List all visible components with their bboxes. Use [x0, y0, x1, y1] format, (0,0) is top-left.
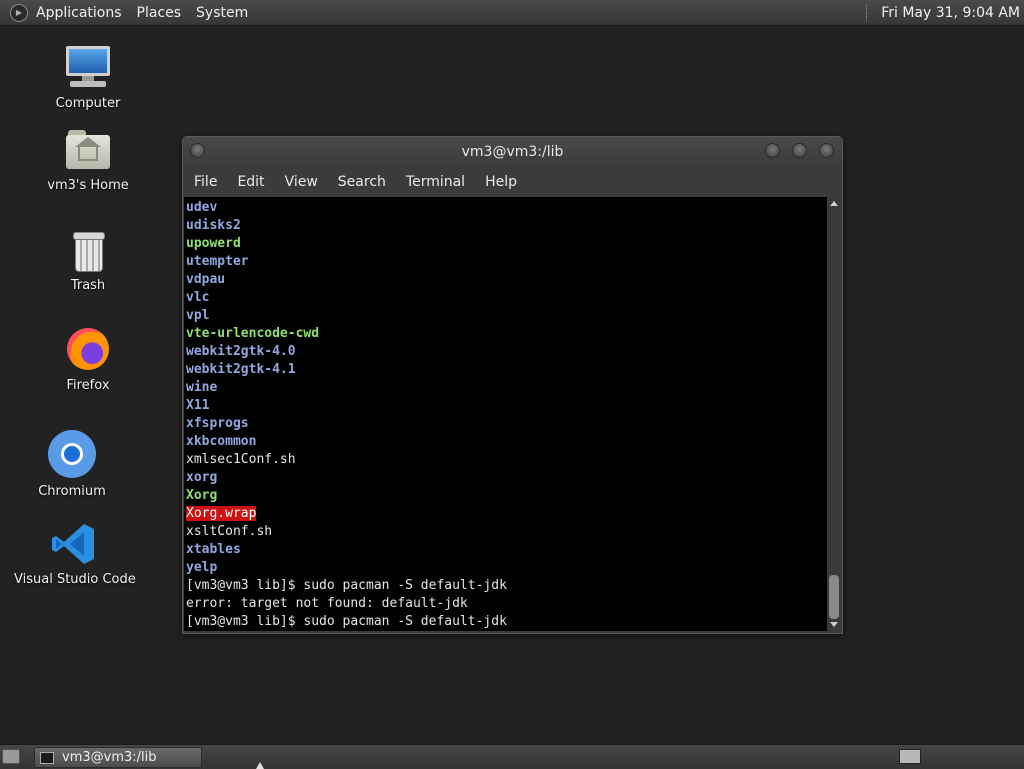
- bottom-panel: vm3@vm3:/lib: [0, 744, 1024, 769]
- terminal-menubar: File Edit View Search Terminal Help: [183, 167, 842, 196]
- desktop-icon-label: Trash: [70, 278, 106, 293]
- terminal-line-text: xtables: [186, 542, 241, 557]
- terminal-window: vm3@vm3:/lib File Edit View Search Termi…: [182, 136, 843, 634]
- taskbar-window-label: vm3@vm3:/lib: [62, 750, 157, 765]
- terminal-line-text: utempter: [186, 254, 249, 269]
- terminal-line: wine: [186, 379, 507, 397]
- applications-menu[interactable]: Applications: [34, 5, 131, 21]
- terminal-icon: [40, 751, 54, 764]
- desktop-icon-firefox[interactable]: Firefox: [28, 328, 148, 393]
- terminal-line-text: vdpau: [186, 272, 226, 287]
- terminal-line: xmlsec1Conf.sh: [186, 451, 507, 469]
- terminal-line-text: udisks2: [186, 218, 241, 233]
- menu-help[interactable]: Help: [475, 174, 527, 190]
- terminal-line: webkit2gtk-4.1: [186, 361, 507, 379]
- close-icon[interactable]: [819, 143, 834, 158]
- places-menu[interactable]: Places: [131, 5, 191, 21]
- terminal-line: xsltConf.sh: [186, 523, 507, 541]
- top-panel: ▶ Applications Places System Fri May 31,…: [0, 0, 1024, 26]
- terminal-line: error: target not found: default-jdk: [186, 595, 507, 613]
- chromium-icon: [48, 430, 96, 478]
- terminal-line: utempter: [186, 253, 507, 271]
- desktop-icon-vscode[interactable]: Visual Studio Code: [14, 522, 136, 587]
- terminal-line: xkbcommon: [186, 433, 507, 451]
- desktop-icon-home[interactable]: vm3's Home: [28, 128, 148, 193]
- system-menu[interactable]: System: [190, 5, 257, 21]
- desktop-icon-trash[interactable]: Trash: [28, 228, 148, 293]
- show-desktop-icon[interactable]: [2, 749, 20, 764]
- distro-logo-icon[interactable]: ▶: [10, 3, 28, 22]
- terminal-line-text: yelp: [186, 560, 218, 575]
- terminal-line: vpl: [186, 307, 507, 325]
- terminal-line-text: vte-urlencode-cwd: [186, 326, 320, 341]
- terminal-line-text: vlc: [186, 290, 210, 305]
- scrollbar-thumb[interactable]: [829, 575, 839, 619]
- terminal-scrollbar[interactable]: [827, 197, 841, 631]
- terminal-line: Xorg.wrap: [186, 505, 507, 523]
- workspace-switcher[interactable]: [899, 749, 921, 764]
- terminal-line: Xorg: [186, 487, 507, 505]
- terminal-line: udev: [186, 199, 507, 217]
- terminal-line-text: xorg: [186, 470, 218, 485]
- window-title: vm3@vm3:/lib: [461, 144, 564, 160]
- window-titlebar[interactable]: vm3@vm3:/lib: [183, 137, 842, 167]
- desktop-icon-computer[interactable]: Computer: [28, 46, 148, 111]
- terminal-line-text: xsltConf.sh: [186, 524, 273, 539]
- terminal-line-text: X11: [186, 398, 210, 413]
- terminal-line: X11: [186, 397, 507, 415]
- terminal-line-text: Xorg: [186, 488, 218, 503]
- terminal-line-text: error: target not found: default-jdk: [186, 596, 468, 611]
- terminal-line-text: xfsprogs: [186, 416, 249, 431]
- terminal-line: udisks2: [186, 217, 507, 235]
- clock[interactable]: Fri May 31, 9:04 AM: [881, 5, 1024, 21]
- menu-file[interactable]: File: [183, 174, 227, 190]
- panel-separator: [866, 4, 869, 21]
- terminal-line: vdpau: [186, 271, 507, 289]
- terminal-line: vte-urlencode-cwd: [186, 325, 507, 343]
- terminal-line-text: xkbcommon: [186, 434, 257, 449]
- desktop-icon-label: vm3's Home: [47, 178, 129, 193]
- terminal-line-text: webkit2gtk-4.1: [186, 362, 296, 377]
- terminal-line-text: webkit2gtk-4.0: [186, 344, 296, 359]
- menu-terminal[interactable]: Terminal: [396, 174, 475, 190]
- desktop-icon-label: Computer: [55, 96, 121, 111]
- vscode-icon: [50, 522, 98, 566]
- minimize-icon[interactable]: [765, 143, 780, 158]
- terminal-line: [vm3@vm3 lib]$ sudo pacman -S default-jd…: [186, 613, 507, 631]
- terminal-line-text: [vm3@vm3 lib]$ sudo pacman -S default-jd…: [186, 614, 507, 629]
- scroll-up-icon[interactable]: [830, 201, 838, 206]
- terminal-line: xfsprogs: [186, 415, 507, 433]
- terminal-line-text: [vm3@vm3 lib]$ sudo pacman -S default-jd…: [186, 578, 507, 593]
- computer-icon: [64, 46, 112, 90]
- scroll-down-icon[interactable]: [830, 622, 838, 627]
- terminal-line-text: udev: [186, 200, 218, 215]
- firefox-icon: [64, 328, 112, 372]
- menu-edit[interactable]: Edit: [227, 174, 274, 190]
- terminal-line: yelp: [186, 559, 507, 577]
- terminal-line-text: Xorg.wrap: [186, 506, 257, 521]
- terminal-line-text: wine: [186, 380, 218, 395]
- menu-view[interactable]: View: [275, 174, 328, 190]
- clock-area: Fri May 31, 9:04 AM: [866, 0, 1024, 25]
- terminal-line-text: xmlsec1Conf.sh: [186, 452, 296, 467]
- terminal-line: xtables: [186, 541, 507, 559]
- menu-search[interactable]: Search: [328, 174, 396, 190]
- desktop-icon-label: Chromium: [38, 484, 106, 499]
- taskbar-window-button[interactable]: vm3@vm3:/lib: [34, 747, 202, 768]
- desktop-icon-label: Firefox: [66, 378, 110, 393]
- terminal-lines: udev udisks2 upowerd utempter vdpau vlc vpl vte…: [186, 199, 507, 631]
- desktop-icon-chromium[interactable]: Chromium: [12, 430, 132, 499]
- desktop-icon-label: Visual Studio Code: [14, 572, 136, 587]
- terminal-line: [vm3@vm3 lib]$ sudo pacman -S default-jd…: [186, 577, 507, 595]
- terminal-output[interactable]: udev udisks2 upowerd utempter vdpau vlc vpl vte…: [184, 197, 827, 631]
- terminal-line: vlc: [186, 289, 507, 307]
- terminal-line: upowerd: [186, 235, 507, 253]
- home-folder-icon: [64, 128, 112, 172]
- terminal-line-text: vpl: [186, 308, 210, 323]
- terminal-line: xorg: [186, 469, 507, 487]
- terminal-line: webkit2gtk-4.0: [186, 343, 507, 361]
- terminal-line-text: upowerd: [186, 236, 241, 251]
- trash-icon: [64, 228, 112, 272]
- maximize-icon[interactable]: [792, 143, 807, 158]
